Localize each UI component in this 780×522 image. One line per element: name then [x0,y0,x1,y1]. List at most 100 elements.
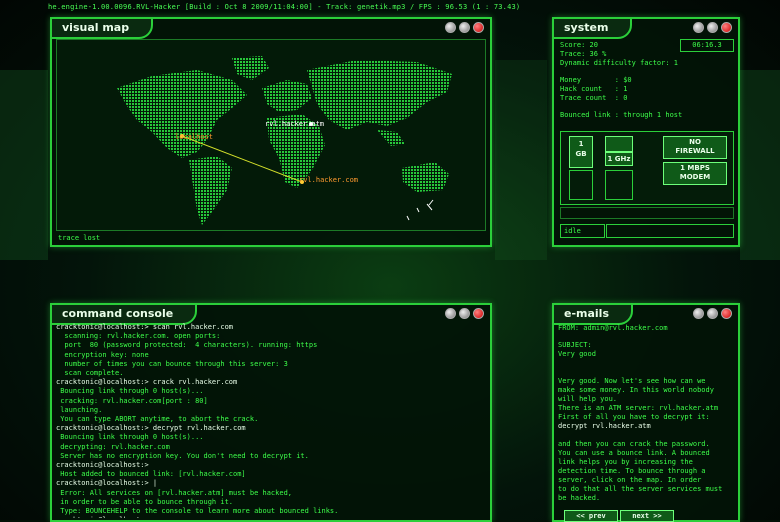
close-button[interactable] [721,22,732,33]
emails-panel: e-mails FROM: admin@rvl.hacker.com SUBJE… [552,303,740,522]
email-body-line: decrypt rvl.hacker.atm [558,422,651,430]
email-body-line [558,431,722,440]
visual-map-title: visual map [50,17,154,39]
maximize-button[interactable] [707,22,718,33]
prev-email-button[interactable]: << prev [564,510,618,522]
system-line-trace: Trace: 36 % [560,50,607,58]
console-output-line: scanning: rvl.hacker.com. open ports: [56,332,221,341]
email-body: Very good. Now let's see how can we make … [558,377,722,503]
cpu-slot [605,170,633,200]
console-output-line: scan complete. [56,369,124,378]
email-body-line: You can use a bounce link. A bounced [558,449,710,457]
email-body-line: There is an ATM server: rvl.hacker.atm [558,404,719,412]
close-button[interactable] [473,22,484,33]
next-email-button[interactable]: next >> [620,510,674,522]
ram-slot [569,170,593,200]
game-clock: 06:16.3 [680,39,734,52]
email-subject: Very good [558,350,596,358]
console-prompt-line: cracktonic@localhost:> scan rvl.hacker.c… [56,323,234,331]
rvl-hacker-com-label: rvl.hacker.com [299,176,359,184]
email-body-line: and then you can crack the password. [558,440,710,448]
email-from: FROM: admin@rvl.hacker.com [558,324,668,332]
maximize-button[interactable] [459,22,470,33]
cpu-chip-icon [605,136,633,152]
trace-status: trace lost [58,234,101,242]
close-button[interactable] [721,308,732,319]
bg-glow-mid [495,60,547,260]
console-output-line: Server has no encryption key. You don't … [56,451,309,460]
system-line-money: Money : $0 [560,76,632,84]
europe [262,80,312,112]
south-america [189,156,232,225]
engine-status-bar: he.engine-1.00.0096.RVL-Hacker [Build : … [48,3,521,11]
email-body-line: First of all you have to decrypt it: [558,413,710,421]
maximize-button[interactable] [459,308,470,319]
firewall-module[interactable]: NO FIREWALL [663,136,727,159]
bg-glow-left [0,70,48,260]
close-button[interactable] [473,308,484,319]
ram-chip[interactable]: 1 GB [569,136,593,168]
console-output[interactable]: cracktonic@localhost:> scan rvl.hacker.c… [56,323,486,518]
console-output-line: launching. [56,405,103,414]
console-output-line: number of times you can bounce through t… [56,359,288,368]
localhost-label: localhost [175,133,213,141]
asia [307,60,452,130]
console-prompt-line: cracktonic@localhost:> decrypt rvl.hacke… [56,424,246,433]
southeast-asia [377,130,405,146]
console-output-line: Error: All services on [rvl.hacker.atm] … [56,488,293,497]
status-field [606,224,734,238]
console-prompt-line: cracktonic@localhost:> | [56,479,158,488]
system-status: idle [560,224,605,238]
email-body-line: make some money. In this world nobody [558,386,714,394]
world-map[interactable]: localhost rvl.hacker.atm rvl.hacker.com [56,39,486,231]
console-output-line: Type: BOUNCEHELP to the console to learn… [56,507,339,516]
system-window-buttons [693,22,732,33]
system-line-trace-count: Trace count : 0 [560,94,628,102]
email-body-line: to do that all the server services must [558,485,723,493]
email-body-line: be hacked. [558,494,601,502]
progress-bar [560,207,734,219]
system-line-difficulty: Dynamic difficulty factor: 1 [560,59,679,67]
emails-window-buttons [693,308,732,319]
minimize-button[interactable] [445,22,456,33]
console-output-line: decrypting: rvl.hacker.com [56,442,170,451]
visual-map-window-buttons [445,22,484,33]
greenland [232,56,269,80]
console-prompt-line: cracktonic@localhost:> [56,516,486,518]
email-body-line: link helps you by increasing the [558,458,693,466]
world-map-graphic [117,56,452,225]
console-output-line: Host added to bounced link: [rvl.hacker.… [56,470,246,479]
console-output-line: cracking: rvl.hacker.com[port : 80] [56,396,208,405]
bg-glow-right [740,70,780,260]
email-body-line: Very good. Now let's see how can we [558,377,706,385]
continents [117,56,452,225]
modem-module[interactable]: 1 MBPS MODEM [663,162,727,185]
system-panel: system 06:16.3 Score: 20 Trace: 36 % Dyn… [552,17,740,247]
islands [406,199,434,221]
system-title: system [552,17,633,39]
minimize-button[interactable] [693,22,704,33]
email-subject-label: SUBJECT: [558,341,592,349]
email-body-line: server, click on the map. In order [558,476,702,484]
system-line-score: Score: 20 [560,41,598,49]
email-body-line: detection time. To bounce through a [558,467,706,475]
minimize-button[interactable] [693,308,704,319]
console-output-line: You can type ABORT anytime, to abort the… [56,415,259,424]
australia [402,162,449,192]
visual-map-panel: visual map localhost rvl.hacker.atm rvl.… [50,17,492,247]
console-output-line: port 80 (password protected: 4 character… [56,341,318,350]
cpu-chip[interactable]: 1 GHz [605,152,633,166]
system-line-bounced-link: Bounced link : through 1 host [560,111,683,119]
console-output-line: Bouncing link through 0 host(s)... [56,433,204,442]
console-output-line: in order to be able to bounce through it… [56,497,234,506]
command-console-title: command console [50,303,198,325]
hardware-panel: 1 GB 1 GHz NO FIREWALL 1 MBPS MODEM [560,131,734,205]
rvl-hacker-atm-label: rvl.hacker.atm [265,120,325,128]
maximize-button[interactable] [707,308,718,319]
console-prompt-line: cracktonic@localhost:> crack rvl.hacker.… [56,378,238,387]
emails-title: e-mails [552,303,633,325]
email-body-line: will help you. [558,395,618,403]
console-output-line: Bouncing link through 0 host(s)... [56,387,204,396]
console-window-buttons [445,308,484,319]
minimize-button[interactable] [445,308,456,319]
